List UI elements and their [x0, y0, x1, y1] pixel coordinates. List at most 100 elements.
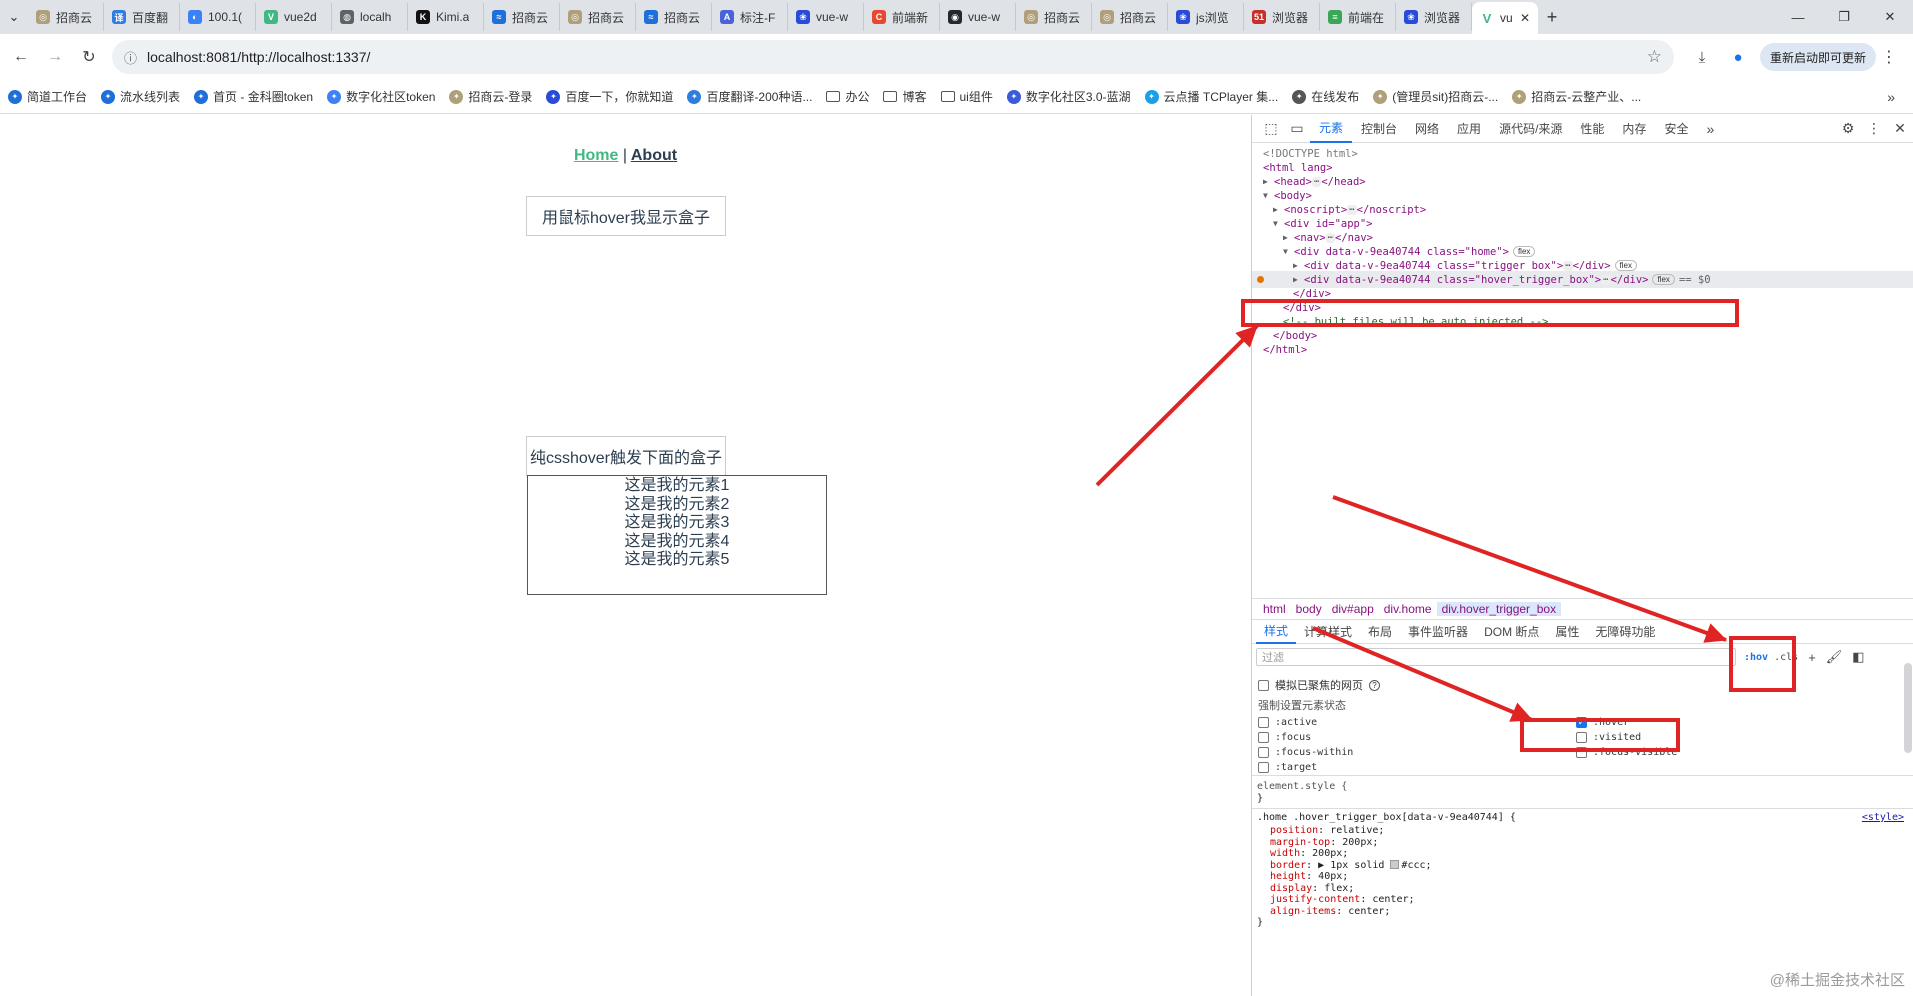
checkbox-box[interactable] [1258, 747, 1269, 758]
tab[interactable]: 51 浏览器 [1244, 3, 1320, 31]
collapse-icon[interactable]: ▼ [1283, 247, 1294, 256]
tab[interactable]: ❀ js浏览 [1168, 3, 1244, 31]
styles-subtab[interactable]: 事件监听器 [1400, 620, 1476, 644]
tab[interactable]: K Kimi.a [408, 3, 484, 31]
tab[interactable]: ◎ 招商云 [28, 3, 104, 31]
devtools-tab[interactable]: 控制台 [1352, 115, 1406, 143]
tab-search-icon[interactable]: ⌄ [0, 3, 28, 31]
collapsed-ellipsis[interactable]: ⋯ [1325, 232, 1336, 243]
address-bar[interactable]: ⓘ localhost:8081/http://localhost:1337/ … [112, 40, 1674, 74]
checkbox-box[interactable] [1576, 747, 1587, 758]
element-style-rule[interactable]: element.style { [1257, 781, 1347, 793]
bookmark-item[interactable]: ✦ 招商云-云整产业、... [1512, 88, 1641, 105]
bookmark-item[interactable]: ✦ 云点播 TCPlayer 集... [1144, 88, 1278, 105]
breadcrumb-item[interactable]: div#app [1327, 602, 1379, 616]
emulate-focus-checkbox[interactable]: 模拟已聚焦的网页 ? [1258, 677, 1380, 693]
tab-active[interactable]: V vu ✕ [1472, 2, 1538, 34]
bookmark-item[interactable]: 办公 [826, 88, 869, 105]
cls-toggle-button[interactable]: .cls [1774, 652, 1798, 663]
tab[interactable]: ❀ 浏览器 [1396, 3, 1472, 31]
collapsed-ellipsis[interactable]: ⋯ [1563, 260, 1573, 271]
styles-subtab[interactable]: 样式 [1256, 620, 1297, 644]
minimize-icon[interactable]: — [1775, 0, 1821, 34]
tab[interactable]: ◎ 招商云 [1092, 3, 1168, 31]
tab[interactable]: ◐ 100.1( [180, 3, 256, 31]
download-icon[interactable]: ⤓ [1684, 39, 1720, 75]
scrollbar[interactable] [1904, 663, 1912, 753]
breadcrumb-item[interactable]: body [1291, 602, 1327, 616]
collapsed-ellipsis[interactable]: ⋯ [1601, 274, 1611, 285]
css-declaration[interactable]: width: 200px; [1270, 848, 1348, 860]
state-checkbox[interactable]: :focus [1258, 732, 1311, 743]
checkbox-box[interactable]: ✓ [1576, 717, 1587, 728]
checkbox-box[interactable] [1258, 762, 1269, 773]
nav-home-link[interactable]: Home [574, 147, 618, 164]
state-checkbox[interactable]: ✓:hover [1576, 717, 1629, 728]
devtools-tab[interactable]: 网络 [1406, 115, 1448, 143]
checkbox-box[interactable] [1258, 679, 1269, 691]
state-checkbox[interactable]: :target [1258, 762, 1317, 773]
bookmark-item[interactable]: ✦ 在线发布 [1292, 88, 1359, 105]
tab[interactable]: ≡ 前端在 [1320, 3, 1396, 31]
tab[interactable]: ◉ vue-w [940, 3, 1016, 31]
devtools-tab[interactable]: 内存 [1613, 115, 1655, 143]
bookmark-item[interactable]: ✦ (管理员sit)招商云-... [1373, 88, 1498, 105]
flex-badge[interactable]: flex [1652, 274, 1675, 285]
more-tabs-icon[interactable]: » [1697, 116, 1723, 142]
trigger-box[interactable]: 用鼠标hover我显示盒子 [526, 196, 726, 236]
add-rule-icon[interactable]: + [1808, 650, 1816, 665]
bookmark-item[interactable]: ✦ 数字化社区3.0-蓝湖 [1006, 88, 1131, 105]
devtools-tab[interactable]: 应用 [1448, 115, 1490, 143]
new-tab-button[interactable]: + [1538, 7, 1566, 28]
relaunch-update-button[interactable]: 重新启动即可更新 [1760, 43, 1877, 71]
styles-filter-input[interactable]: 过滤 [1256, 648, 1736, 666]
collapsed-ellipsis[interactable]: ⋯ [1311, 176, 1322, 187]
checkbox-box[interactable] [1576, 732, 1587, 743]
tab[interactable]: A 标注-F [712, 3, 788, 31]
tab[interactable]: ◎ 招商云 [560, 3, 636, 31]
bookmark-item[interactable]: ui组件 [940, 88, 993, 105]
breadcrumb-item[interactable]: html [1258, 602, 1291, 616]
checkbox-box[interactable] [1258, 717, 1269, 728]
breadcrumb-item[interactable]: div.hover_trigger_box [1436, 602, 1562, 616]
css-declaration[interactable]: display: flex; [1270, 883, 1354, 895]
collapsed-ellipsis[interactable]: ⋯ [1347, 204, 1357, 215]
bookmark-item[interactable]: ✦ 数字化社区token [327, 88, 435, 105]
styles-subtab[interactable]: 属性 [1547, 620, 1587, 644]
expand-icon[interactable]: ▶ [1283, 233, 1294, 242]
close-window-icon[interactable]: ✕ [1867, 0, 1913, 34]
devtools-menu-icon[interactable]: ⋮ [1861, 116, 1887, 142]
devtools-tab[interactable]: 安全 [1655, 115, 1697, 143]
tab[interactable]: ◍ localh [332, 3, 408, 31]
styles-subtab[interactable]: 计算样式 [1296, 620, 1360, 644]
rule-selector[interactable]: .home .hover_trigger_box[data-v-9ea40744… [1257, 812, 1516, 824]
state-checkbox[interactable]: :focus-visible [1576, 747, 1677, 758]
reload-button[interactable]: ↻ [72, 40, 106, 74]
state-checkbox[interactable]: :focus-within [1258, 747, 1353, 758]
tab[interactable]: ❀ vue-w [788, 3, 864, 31]
breadcrumb-item[interactable]: div.home [1379, 602, 1437, 616]
inspect-element-icon[interactable]: ⬚ [1258, 116, 1284, 142]
settings-gear-icon[interactable]: ⚙ [1835, 116, 1861, 142]
site-info-icon[interactable]: ⓘ [124, 48, 137, 67]
color-swatch-icon[interactable] [1390, 859, 1400, 869]
expand-icon[interactable]: ▶ [1273, 205, 1284, 214]
css-declaration[interactable]: justify-content: center; [1270, 894, 1415, 906]
restore-icon[interactable]: ❐ [1821, 0, 1867, 34]
styles-subtab[interactable]: 布局 [1360, 620, 1400, 644]
rule-source-link[interactable]: <style> [1862, 812, 1904, 823]
tab[interactable]: ≈ 招商云 [636, 3, 712, 31]
tab[interactable]: ≈ 招商云 [484, 3, 560, 31]
hov-toggle-button[interactable]: :hov [1744, 652, 1768, 663]
css-declaration[interactable]: height: 40px; [1270, 871, 1348, 883]
checkbox-box[interactable] [1258, 732, 1269, 743]
tab-close-icon[interactable]: ✕ [1520, 11, 1530, 25]
bookmark-item[interactable]: 博客 [883, 88, 927, 105]
tab[interactable]: ◎ 招商云 [1016, 3, 1092, 31]
expand-icon[interactable]: ▶ [1263, 177, 1274, 186]
hover-trigger-box[interactable]: 纯csshover触发下面的盒子 [526, 436, 726, 476]
devtools-tab[interactable]: 源代码/来源 [1490, 115, 1571, 143]
styles-subtab[interactable]: 无障碍功能 [1587, 620, 1663, 644]
devtools-tab[interactable]: 元素 [1310, 115, 1353, 143]
state-checkbox[interactable]: :visited [1576, 732, 1641, 743]
